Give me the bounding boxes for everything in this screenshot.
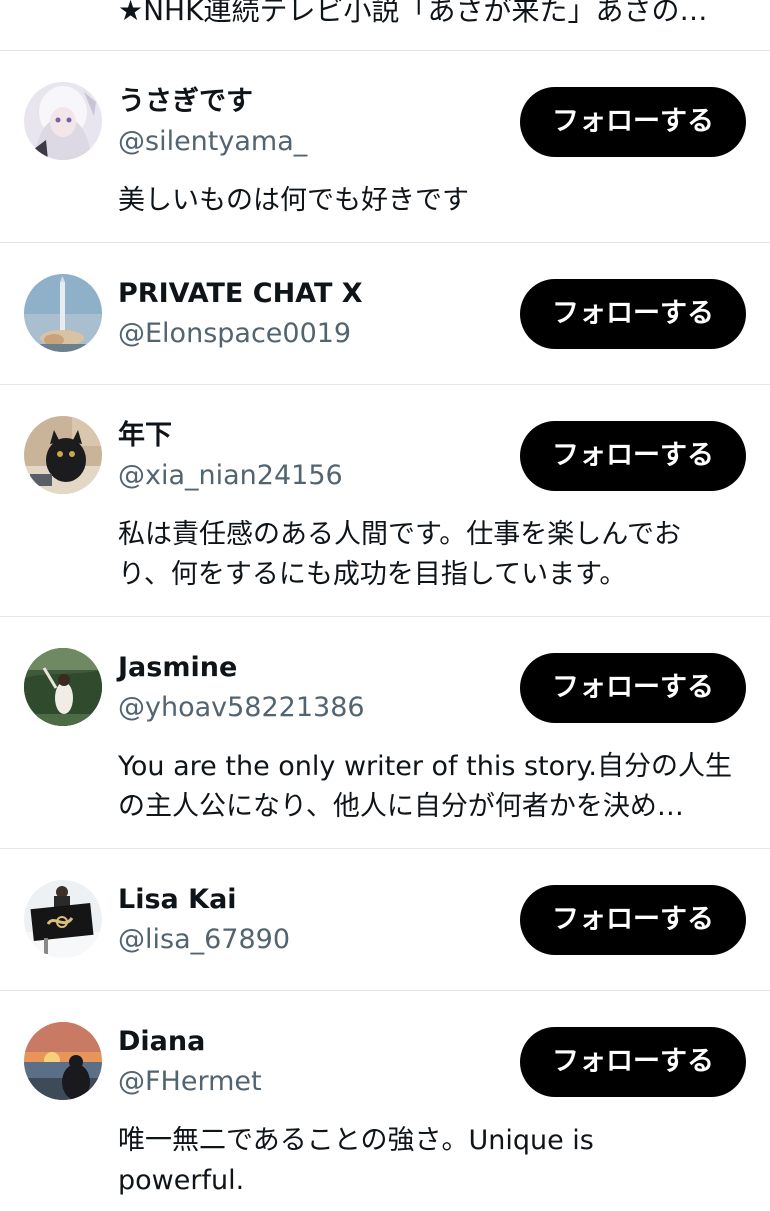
previous-user-cell[interactable]: ★NHK連続テレビ小説「あさが来た」あさの… bbox=[0, 0, 770, 51]
user-handle[interactable]: @Elonspace0019 bbox=[118, 317, 351, 351]
display-name[interactable]: 年下 bbox=[118, 419, 172, 453]
user-cell[interactable]: PRIVATE CHAT X @Elonspace0019 フォローする bbox=[0, 243, 770, 385]
user-cell[interactable]: Diana @FHermet フォローする 唯一無二であることの強さ。Uniqu… bbox=[0, 991, 770, 1211]
user-handle[interactable]: @lisa_67890 bbox=[118, 923, 290, 957]
bio-line: 美しいものは何でも好きです bbox=[118, 185, 469, 216]
user-bio: 私は責任感のある人間です。仕事を楽しんでお り、何をするにも成功を目指しています… bbox=[118, 515, 743, 595]
previous-user-bio: ★NHK連続テレビ小説「あさが来た」あさの… bbox=[118, 0, 708, 27]
user-bio: 唯一無二であることの強さ。Unique is powerful. bbox=[118, 1121, 743, 1201]
user-cell[interactable]: Lisa Kai @lisa_67890 フォローする bbox=[0, 849, 770, 991]
bio-line: り、何をするにも成功を目指しています。 bbox=[118, 559, 627, 590]
display-name[interactable]: Diana bbox=[118, 1025, 205, 1059]
avatar[interactable] bbox=[24, 274, 102, 352]
follow-button[interactable]: フォローする bbox=[520, 87, 746, 157]
avatar[interactable] bbox=[24, 648, 102, 726]
follow-button[interactable]: フォローする bbox=[520, 421, 746, 491]
follow-button[interactable]: フォローする bbox=[520, 885, 746, 955]
display-name[interactable]: Lisa Kai bbox=[118, 883, 237, 917]
display-name[interactable]: PRIVATE CHAT X bbox=[118, 277, 363, 311]
bio-line: 私は責任感のある人間です。仕事を楽しんでお bbox=[118, 519, 681, 550]
user-cell[interactable]: 年下 @xia_nian24156 フォローする 私は責任感のある人間です。仕事… bbox=[0, 385, 770, 617]
bio-line: 唯一無二であることの強さ。Unique is bbox=[118, 1125, 594, 1156]
avatar[interactable] bbox=[24, 82, 102, 160]
follow-button[interactable]: フォローする bbox=[520, 653, 746, 723]
display-name[interactable]: うさぎです bbox=[118, 85, 253, 119]
display-name[interactable]: Jasmine bbox=[118, 651, 237, 685]
follow-button[interactable]: フォローする bbox=[520, 279, 746, 349]
bio-line: You are the only writer of this story.自分… bbox=[118, 751, 732, 782]
user-handle[interactable]: @yhoav58221386 bbox=[118, 691, 365, 725]
user-handle[interactable]: @xia_nian24156 bbox=[118, 459, 343, 493]
user-cell[interactable]: うさぎです @silentyama_ フォローする 美しいものは何でも好きです bbox=[0, 51, 770, 243]
user-handle[interactable]: @silentyama_ bbox=[118, 125, 307, 159]
avatar[interactable] bbox=[24, 416, 102, 494]
who-to-follow-list: うさぎです @silentyama_ フォローする 美しいものは何でも好きです … bbox=[0, 51, 770, 1211]
avatar[interactable] bbox=[24, 880, 102, 958]
user-bio: You are the only writer of this story.自分… bbox=[118, 747, 743, 827]
avatar[interactable] bbox=[24, 1022, 102, 1100]
follow-button[interactable]: フォローする bbox=[520, 1027, 746, 1097]
user-handle[interactable]: @FHermet bbox=[118, 1065, 262, 1099]
bio-line: の主人公になり、他人に自分が何者かを決め… bbox=[118, 791, 684, 822]
user-cell[interactable]: Jasmine @yhoav58221386 フォローする You are th… bbox=[0, 617, 770, 849]
user-bio: 美しいものは何でも好きです bbox=[118, 181, 743, 221]
bio-line: powerful. bbox=[118, 1165, 245, 1196]
